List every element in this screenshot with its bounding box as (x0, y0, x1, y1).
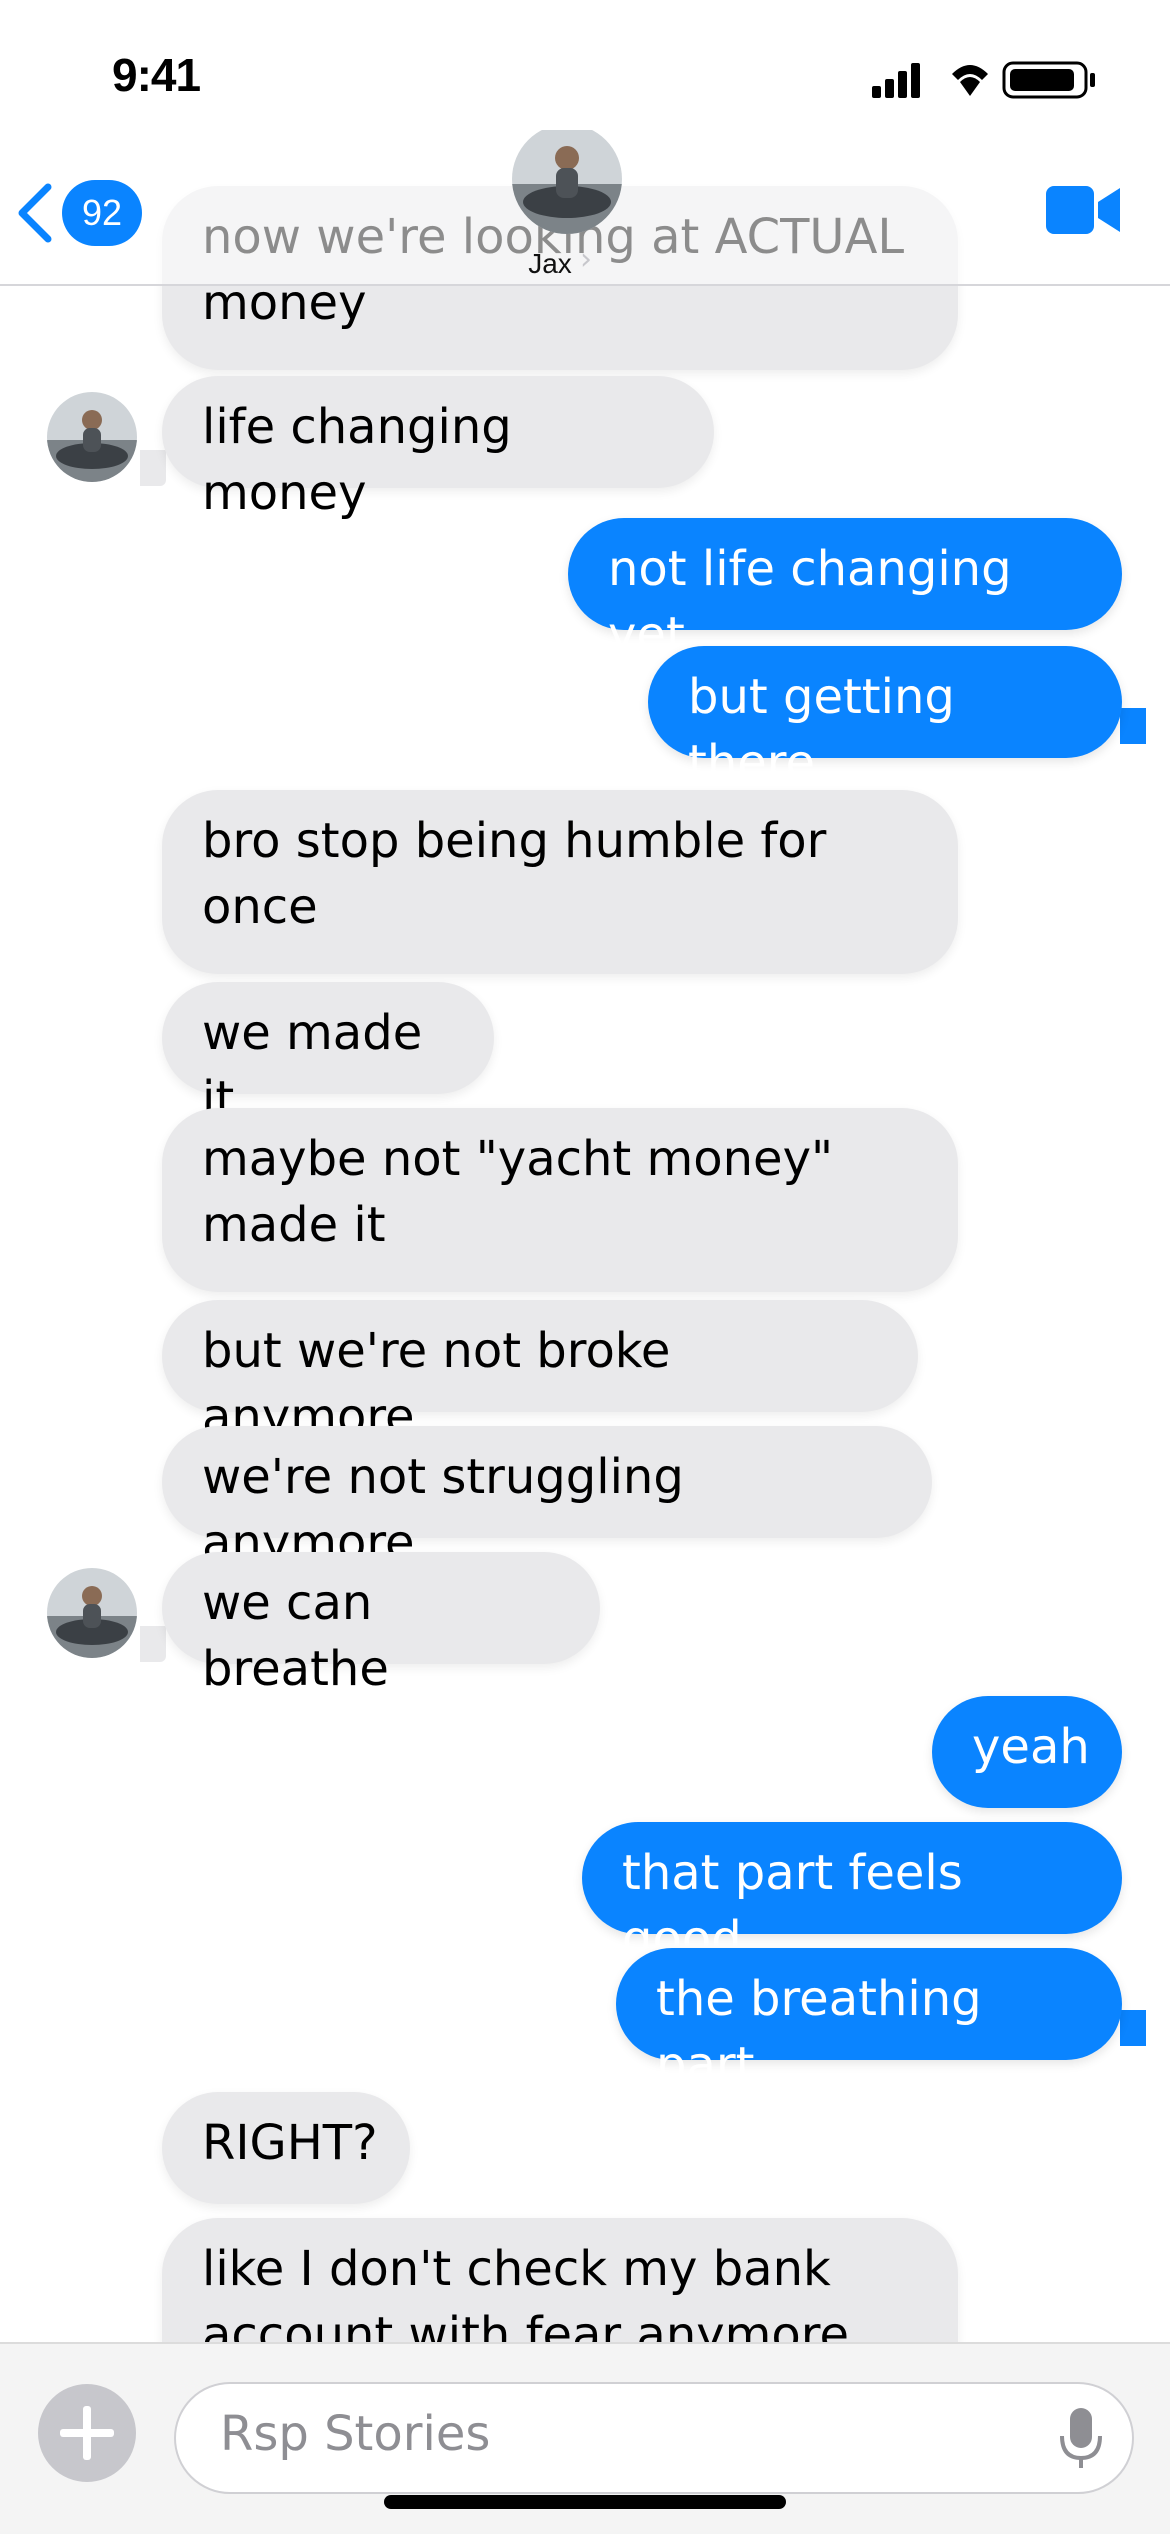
status-bar: 9:41 (0, 0, 1170, 130)
message-bubble-outgoing[interactable]: not life changing yet (568, 518, 1122, 663)
message-bubble-incoming[interactable]: RIGHT? (162, 2092, 410, 2204)
avatar (47, 1568, 137, 1658)
video-camera-icon (1046, 186, 1120, 234)
chevron-right-icon: › (580, 242, 592, 277)
bubble-tail (1120, 2010, 1146, 2046)
message-bubble-incoming[interactable]: we made it (162, 982, 494, 1127)
message-thread[interactable]: now we're looking at ACTUAL money life c… (0, 150, 1170, 2402)
contact-name[interactable]: Jax (485, 248, 615, 280)
message-bubble-incoming[interactable]: maybe not "yacht money" made it (162, 1108, 958, 1292)
bubble-tail (140, 450, 166, 486)
bubble-tail (1120, 708, 1146, 744)
unread-count-badge: 92 (62, 180, 142, 246)
status-time: 9:41 (112, 49, 201, 101)
message-bubble-incoming[interactable]: bro stop being humble for once (162, 790, 958, 974)
home-indicator (384, 2495, 786, 2509)
conversation-header: 92 Jax › (0, 124, 1170, 286)
message-input-placeholder: Rsp Stories (220, 2406, 491, 2462)
message-bubble-outgoing[interactable]: the breathing part (616, 1948, 1122, 2093)
message-bubble-incoming[interactable]: we can breathe (162, 1552, 600, 1697)
message-input[interactable]: Rsp Stories (174, 2382, 1134, 2494)
battery-icon (1002, 61, 1095, 99)
chevron-left-icon (18, 183, 52, 243)
message-bubble-outgoing[interactable]: yeah (932, 1696, 1122, 1808)
video-call-button[interactable] (1046, 184, 1120, 240)
signal-icon (872, 63, 920, 98)
back-button[interactable]: 92 (16, 180, 142, 246)
contact-avatar[interactable] (512, 124, 622, 234)
wifi-icon (952, 65, 988, 96)
message-bubble-incoming[interactable]: life changing money (162, 376, 714, 521)
status-icons (872, 60, 1104, 100)
add-attachment-button[interactable] (38, 2384, 136, 2482)
message-bubble-outgoing[interactable]: but getting there (648, 646, 1122, 791)
microphone-button[interactable] (1058, 2406, 1104, 2476)
microphone-icon (1060, 2408, 1102, 2468)
message-bubble-outgoing[interactable]: that part feels good (582, 1822, 1122, 1967)
avatar (47, 392, 137, 482)
message-bubble-incoming[interactable]: we're not struggling anymore (162, 1426, 932, 1571)
message-bubble-incoming[interactable]: but we're not broke anymore (162, 1300, 918, 1445)
plus-icon (60, 2406, 114, 2460)
bubble-tail (140, 1626, 166, 1662)
